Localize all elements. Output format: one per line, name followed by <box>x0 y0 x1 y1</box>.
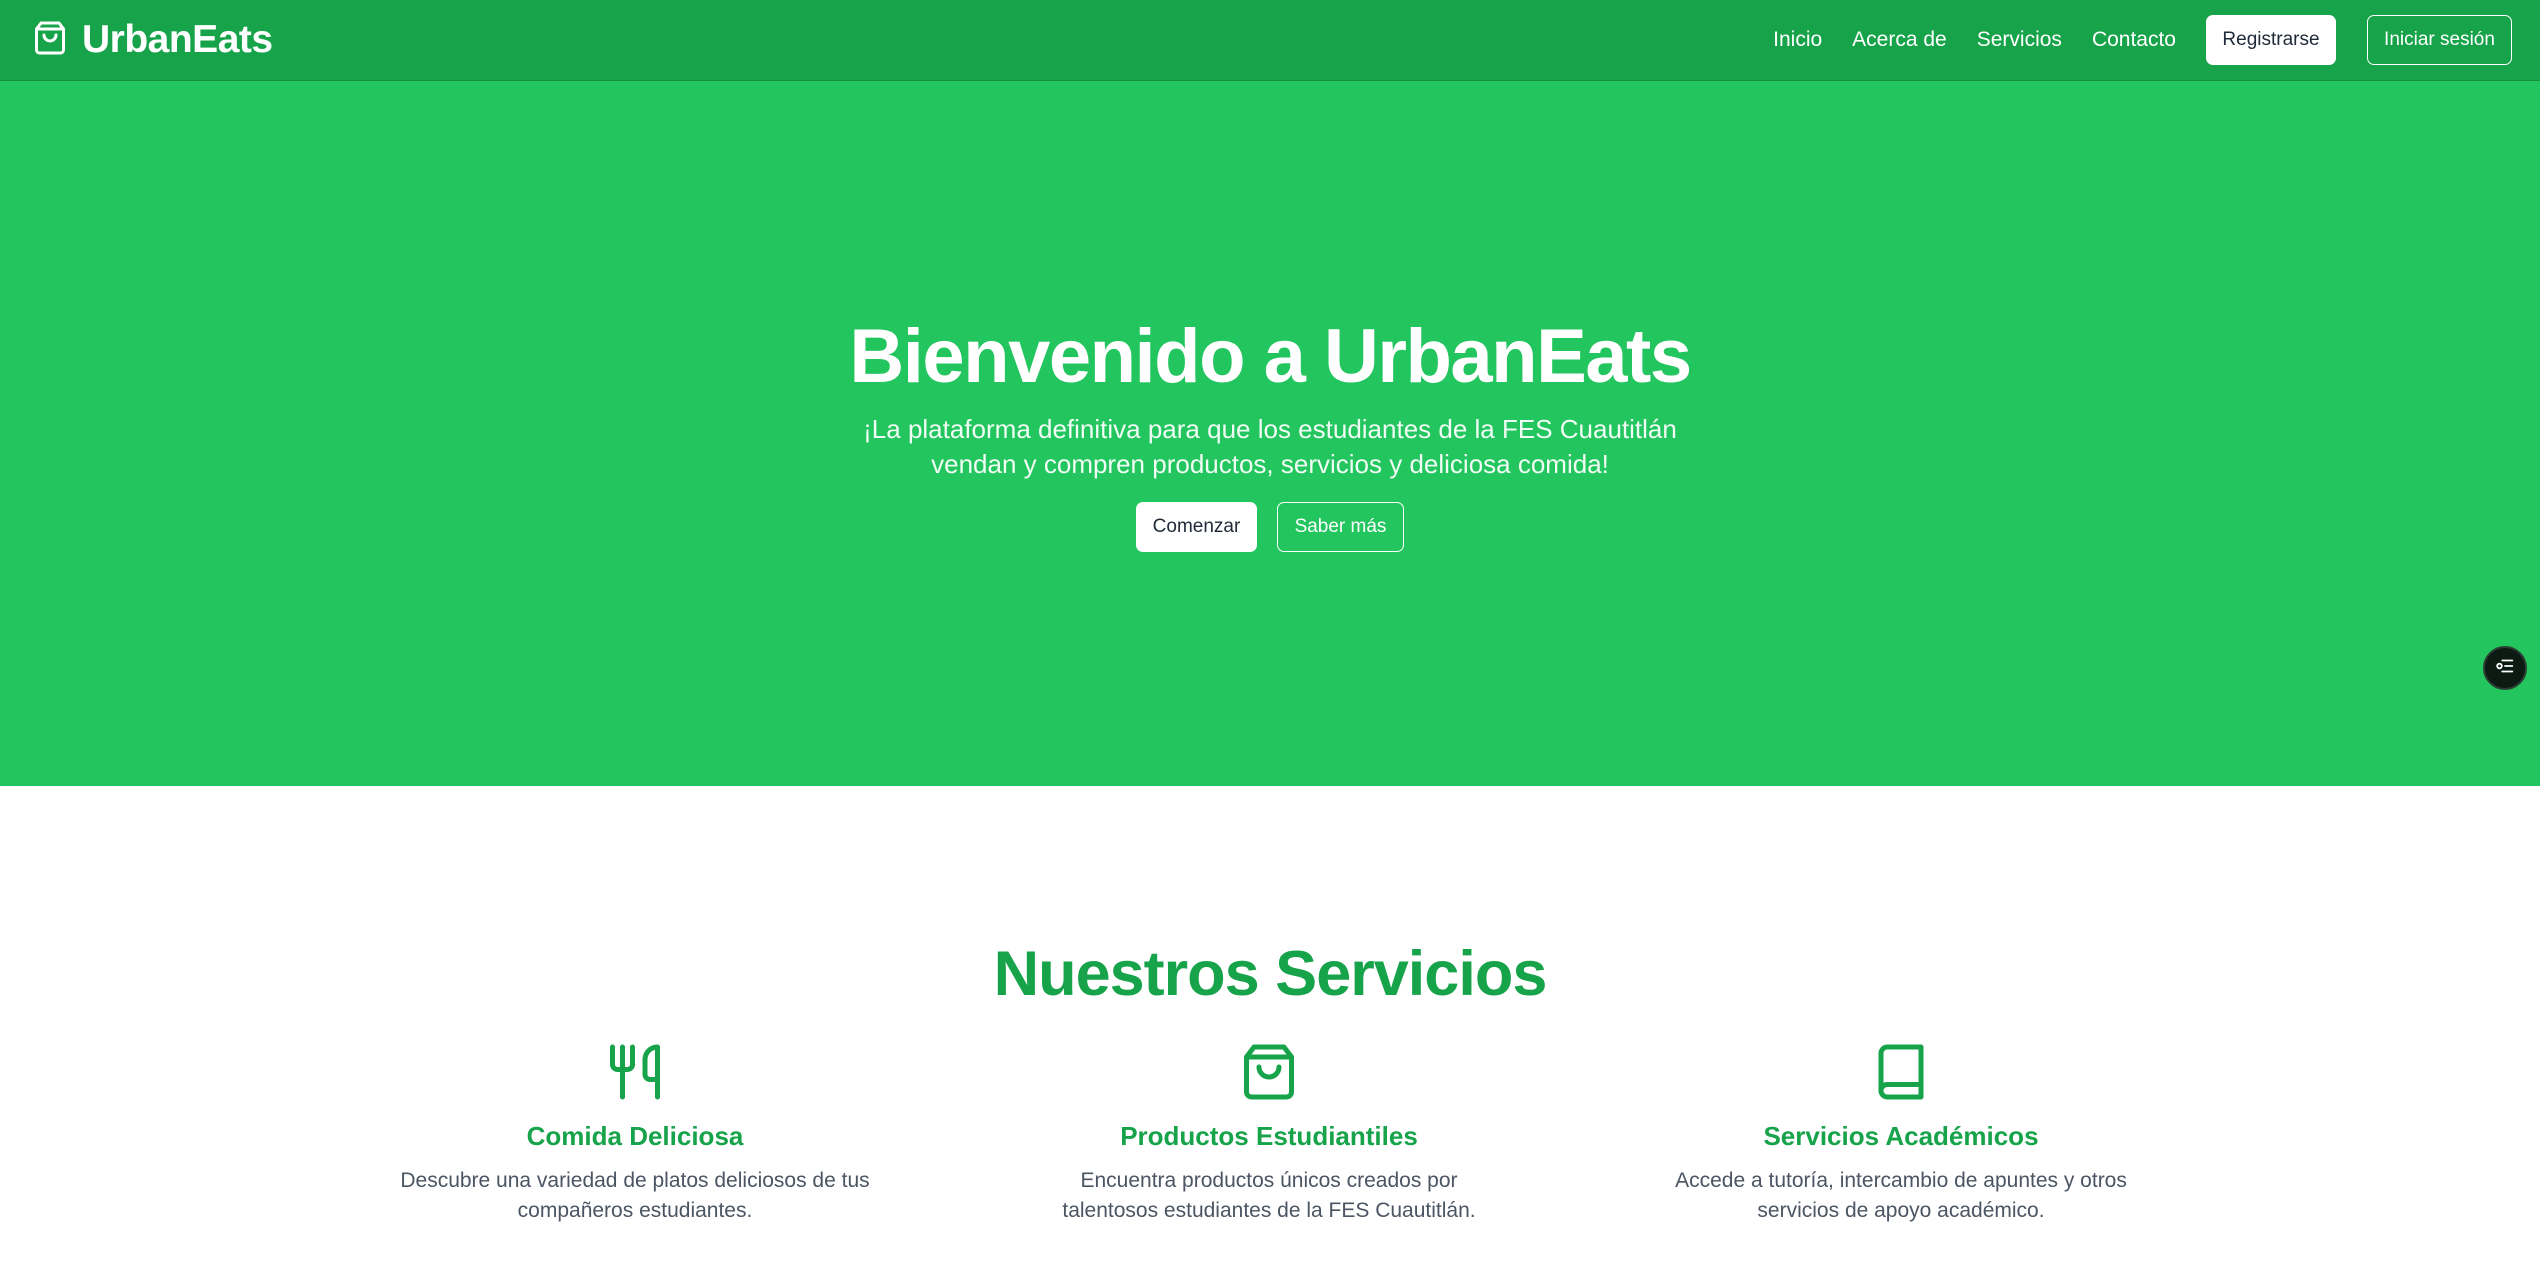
service-name: Servicios Académicos <box>1763 1121 2039 1151</box>
nav-link-inicio[interactable]: Inicio <box>1773 28 1822 52</box>
shopping-bag-icon <box>1239 1042 1299 1107</box>
hero-title: Bienvenido a UrbanEats <box>849 314 1692 399</box>
nav-link-acerca-de[interactable]: Acerca de <box>1852 28 1947 52</box>
services-section: Nuestros Servicios Comida Deliciosa Desc… <box>0 786 2540 1288</box>
service-description: Encuentra productos únicos creados por t… <box>1062 1169 1476 1222</box>
hero-subtitle: ¡La plataforma definitiva para que los e… <box>863 414 1677 479</box>
service-name: Comida Deliciosa <box>526 1121 744 1151</box>
utensils-icon <box>605 1042 665 1107</box>
register-button[interactable]: Registrarse <box>2206 15 2336 65</box>
floating-action-button[interactable] <box>2483 646 2527 690</box>
service-card-products: Productos Estudiantiles Encuentra produc… <box>1019 1042 1519 1226</box>
list-settings-icon <box>2494 655 2516 682</box>
nav-link-contacto[interactable]: Contacto <box>2092 28 2176 52</box>
service-description: Descubre una variedad de platos delicios… <box>400 1169 870 1222</box>
shopping-bag-icon <box>32 20 68 61</box>
service-description: Accede a tutoría, intercambio de apuntes… <box>1675 1169 2127 1222</box>
learn-more-button[interactable]: Saber más <box>1277 502 1404 552</box>
book-icon <box>1871 1042 1931 1107</box>
navbar: UrbanEats Inicio Acerca de Servicios Con… <box>0 0 2540 81</box>
service-card-food: Comida Deliciosa Descubre una variedad d… <box>385 1042 885 1226</box>
start-button[interactable]: Comenzar <box>1136 502 1257 552</box>
hero-section: Bienvenido a UrbanEats ¡La plataforma de… <box>0 81 2540 786</box>
services-title: Nuestros Servicios <box>993 939 1548 1009</box>
brand-name: UrbanEats <box>82 18 273 61</box>
brand-logo[interactable]: UrbanEats <box>32 18 273 62</box>
service-card-academic: Servicios Académicos Accede a tutoría, i… <box>1651 1042 2151 1226</box>
nav-links: Inicio Acerca de Servicios Contacto Regi… <box>1773 15 2512 65</box>
nav-link-servicios[interactable]: Servicios <box>1977 28 2062 52</box>
hero-buttons: Comenzar Saber más <box>1136 502 1404 552</box>
service-name: Productos Estudiantiles <box>1120 1121 1418 1151</box>
login-button[interactable]: Iniciar sesión <box>2367 15 2512 65</box>
